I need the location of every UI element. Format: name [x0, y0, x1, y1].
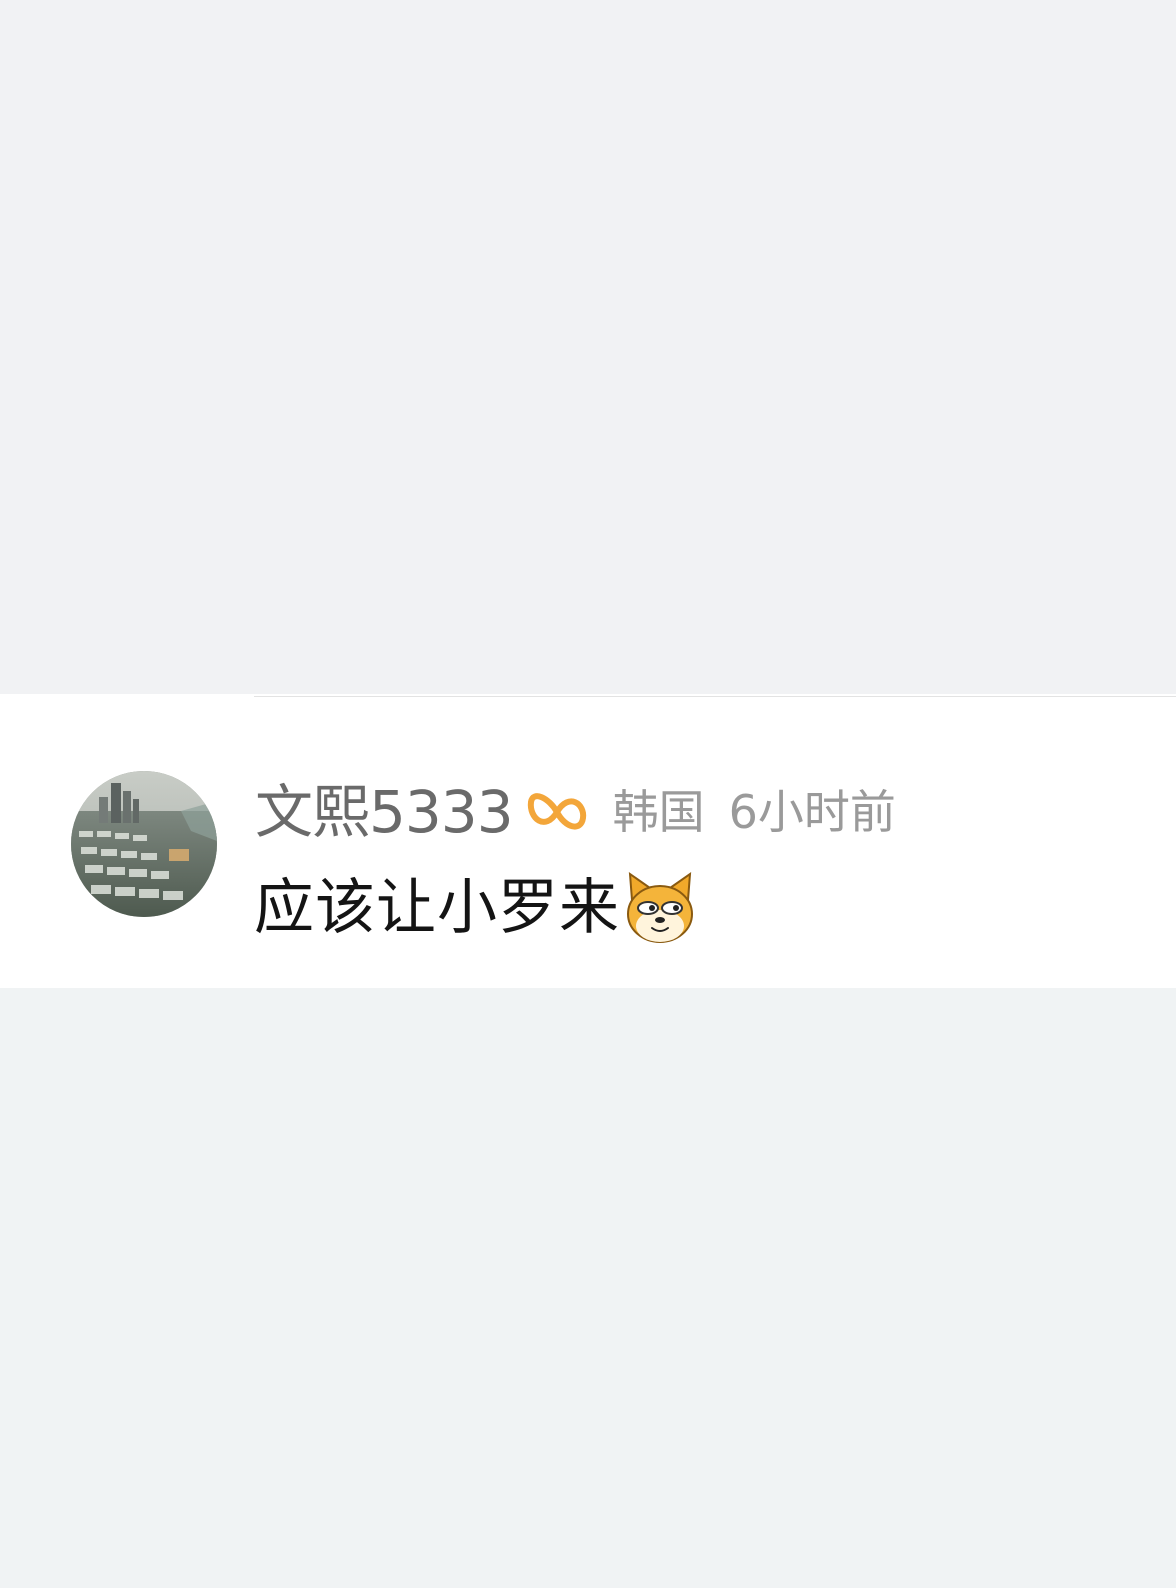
comment-body: 应该让小罗来 — [254, 868, 698, 948]
comment-text: 应该让小罗来 — [254, 873, 620, 943]
comment-divider — [254, 696, 1176, 697]
vip-infinity-icon[interactable] — [525, 784, 589, 840]
feed-area-bottom — [0, 988, 1176, 1588]
timestamp: 6小时前 — [728, 785, 896, 839]
comment-item[interactable]: 文熙5333 韩国 6小时前 应该让小罗来 — [0, 694, 1176, 988]
avatar[interactable] — [71, 771, 217, 917]
avatar-city-image — [71, 771, 217, 917]
username[interactable]: 文熙5333 — [255, 780, 514, 844]
feed-area-top — [0, 0, 1176, 694]
comment-header: 文熙5333 韩国 6小时前 — [255, 780, 896, 844]
doge-emoji-icon — [622, 870, 698, 946]
location-label: 韩国 — [612, 785, 705, 839]
